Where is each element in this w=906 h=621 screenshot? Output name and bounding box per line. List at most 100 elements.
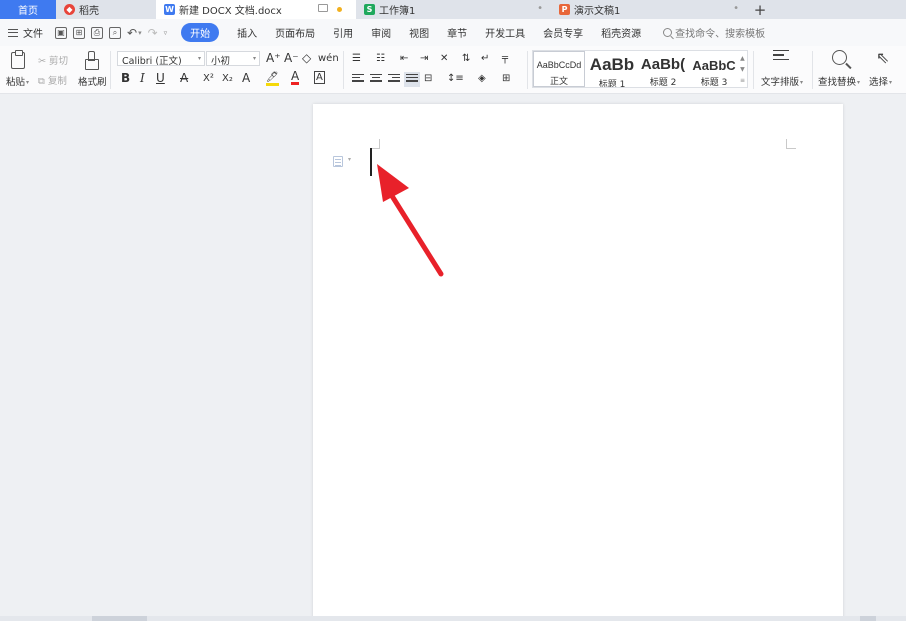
menu-tab-member[interactable]: 会员专享 <box>543 25 583 40</box>
document-page[interactable]: ▾ <box>313 104 843 621</box>
menu-tab-home[interactable]: 开始 <box>181 23 220 42</box>
show-marks-icon[interactable]: ↵ <box>481 52 489 66</box>
text-layout-button[interactable]: 文字排版▾ <box>761 74 803 88</box>
status-bar-control[interactable] <box>860 616 876 621</box>
format-painter-button[interactable]: 格式刷 <box>78 74 107 88</box>
style-normal[interactable]: AaBbCcDd 正文 <box>533 51 585 87</box>
character-border-icon[interactable]: A <box>314 71 325 84</box>
chevron-up-icon[interactable]: ▲ <box>740 55 745 62</box>
ribbon-separator <box>812 51 813 89</box>
menu-tab-daoke-resources[interactable]: 稻壳资源 <box>601 25 641 40</box>
subscript-icon[interactable]: X₂ <box>222 72 233 86</box>
tab-daoke[interactable]: ◆ 稻壳 <box>56 0 156 19</box>
distributed-align-icon[interactable]: ⊟ <box>424 72 432 86</box>
paragraph-handle-icon[interactable] <box>333 156 343 167</box>
annotation-arrow-shaft <box>384 185 444 277</box>
tab-document-label: 新建 DOCX 文档.docx <box>179 6 282 17</box>
line-spacing-icon[interactable]: ↕≡ <box>447 72 464 86</box>
tab-presentation[interactable]: P 演示文稿1 • <box>551 0 747 19</box>
style-heading-3[interactable]: AaBbC 标题 3 <box>688 51 740 87</box>
style-name-label: 标题 2 <box>649 78 677 87</box>
menu-tab-section[interactable]: 章节 <box>447 25 467 40</box>
chevron-down-icon[interactable]: ▾ <box>348 156 351 163</box>
undo-dropdown-chevron-icon[interactable]: ▾ <box>138 29 142 37</box>
tab-home[interactable]: 首页 <box>0 0 56 19</box>
superscript-icon[interactable]: X² <box>203 72 214 86</box>
grow-font-icon[interactable]: A⁺ <box>266 51 281 65</box>
select-cursor-icon[interactable]: ⇖ <box>876 50 889 66</box>
styles-scroll-arrows[interactable]: ▲ ▼ ≡ <box>740 53 745 86</box>
style-heading-2[interactable]: AaBb( 标题 2 <box>637 51 689 87</box>
menu-tab-review[interactable]: 审阅 <box>371 25 391 40</box>
save-icon[interactable]: ▣ <box>55 26 67 39</box>
redo-icon[interactable]: ↷ <box>148 26 158 40</box>
sort-icon[interactable]: ⇅ <box>462 52 470 66</box>
writer-doc-icon: W <box>164 4 175 15</box>
cut-button[interactable]: ✂ 剪切 <box>38 53 68 67</box>
style-sample-text: AaBb( <box>640 56 686 73</box>
numbered-list-icon[interactable]: ☷ <box>376 52 385 66</box>
copy-button[interactable]: ⧉ 复制 <box>38 73 67 87</box>
font-color-icon[interactable]: A <box>291 70 300 85</box>
italic-icon[interactable]: I <box>140 71 145 85</box>
expand-gallery-icon[interactable]: ≡ <box>740 77 745 84</box>
clear-format-icon[interactable]: ◇ <box>302 51 311 65</box>
underline-icon[interactable]: U <box>156 71 165 85</box>
highlight-color-icon[interactable]: 🖊 <box>266 72 279 86</box>
shading-icon[interactable]: ◈ <box>478 72 486 86</box>
new-tab-plus-icon[interactable]: + <box>747 0 773 19</box>
borders-icon[interactable]: ⊞ <box>502 72 510 86</box>
align-center-icon[interactable] <box>370 74 382 85</box>
menu-tab-view[interactable]: 视图 <box>409 25 429 40</box>
phonetic-guide-icon[interactable]: wén <box>318 52 339 66</box>
paste-icon[interactable] <box>11 50 25 69</box>
style-heading-1[interactable]: AaBb 标题 1 <box>586 51 638 87</box>
command-search[interactable]: 查找命令、搜索模板 <box>663 25 765 40</box>
document-workspace[interactable]: ▾ <box>0 94 906 621</box>
copy-icon: ⧉ <box>38 76 45 87</box>
monitor-icon[interactable] <box>318 4 328 12</box>
menu-tab-insert[interactable]: 插入 <box>237 25 257 40</box>
close-icon[interactable]: • <box>537 3 543 14</box>
menu-row: 文件 ▣ ⊞ ⎙ ⌕ ↶ ▾ ↷ ▿ 开始 插入 页面布局 引用 审阅 视图 章节… <box>0 19 906 46</box>
customize-quick-access-chevron-icon[interactable]: ▿ <box>164 29 168 37</box>
increase-indent-icon[interactable]: ⇥ <box>420 52 428 66</box>
text-layout-icon[interactable] <box>773 50 789 68</box>
chevron-down-icon[interactable]: ▼ <box>740 66 745 73</box>
menu-tab-references[interactable]: 引用 <box>333 25 353 40</box>
ruler-tabs-icon[interactable]: ╤ <box>502 52 508 66</box>
align-left-icon[interactable] <box>352 74 364 85</box>
decrease-indent-icon[interactable]: ⇤ <box>400 52 408 66</box>
undo-icon[interactable]: ↶ <box>127 26 137 40</box>
shrink-font-icon[interactable]: A⁻ <box>284 51 299 65</box>
text-effect-icon[interactable]: A <box>242 71 250 85</box>
bullet-list-icon[interactable]: ☰ <box>352 52 361 66</box>
print-icon[interactable]: ⎙ <box>91 26 103 39</box>
strikethrough-icon[interactable]: A <box>180 71 188 85</box>
export-pdf-icon[interactable]: ⊞ <box>73 26 85 39</box>
paste-label: 粘贴 <box>6 77 26 88</box>
format-painter-icon[interactable] <box>85 51 99 70</box>
justify-icon[interactable] <box>404 72 420 87</box>
menu-tab-developer[interactable]: 开发工具 <box>485 25 525 40</box>
font-size-value: 小初 <box>211 56 231 66</box>
find-replace-icon[interactable] <box>832 50 847 65</box>
ribbon-separator <box>110 51 111 89</box>
file-menu-button[interactable]: 文件 <box>8 25 43 40</box>
find-replace-button[interactable]: 查找替换▾ <box>818 74 860 88</box>
horizontal-scrollbar-thumb[interactable] <box>92 616 147 621</box>
font-size-select[interactable]: 小初 ▾ <box>206 51 260 66</box>
ribbon-home: 粘贴▾ ✂ 剪切 ⧉ 复制 格式刷 Calibri (正文) ▾ 小初 ▾ A⁺ A… <box>0 46 906 94</box>
font-name-select[interactable]: Calibri (正文) ▾ <box>117 51 205 66</box>
select-button[interactable]: 选择▾ <box>869 74 892 88</box>
tab-document[interactable]: W 新建 DOCX 文档.docx <box>156 0 356 19</box>
align-right-icon[interactable] <box>388 74 400 85</box>
chinese-layout-icon[interactable]: ✕ <box>440 52 448 66</box>
print-preview-icon[interactable]: ⌕ <box>109 26 121 39</box>
menu-tab-page-layout[interactable]: 页面布局 <box>275 25 315 40</box>
bold-icon[interactable]: B <box>121 71 130 85</box>
tab-spreadsheet[interactable]: S 工作簿1 • <box>356 0 551 19</box>
paste-button[interactable]: 粘贴▾ <box>6 74 29 88</box>
hamburger-icon <box>8 28 18 37</box>
close-icon[interactable]: • <box>733 3 739 14</box>
